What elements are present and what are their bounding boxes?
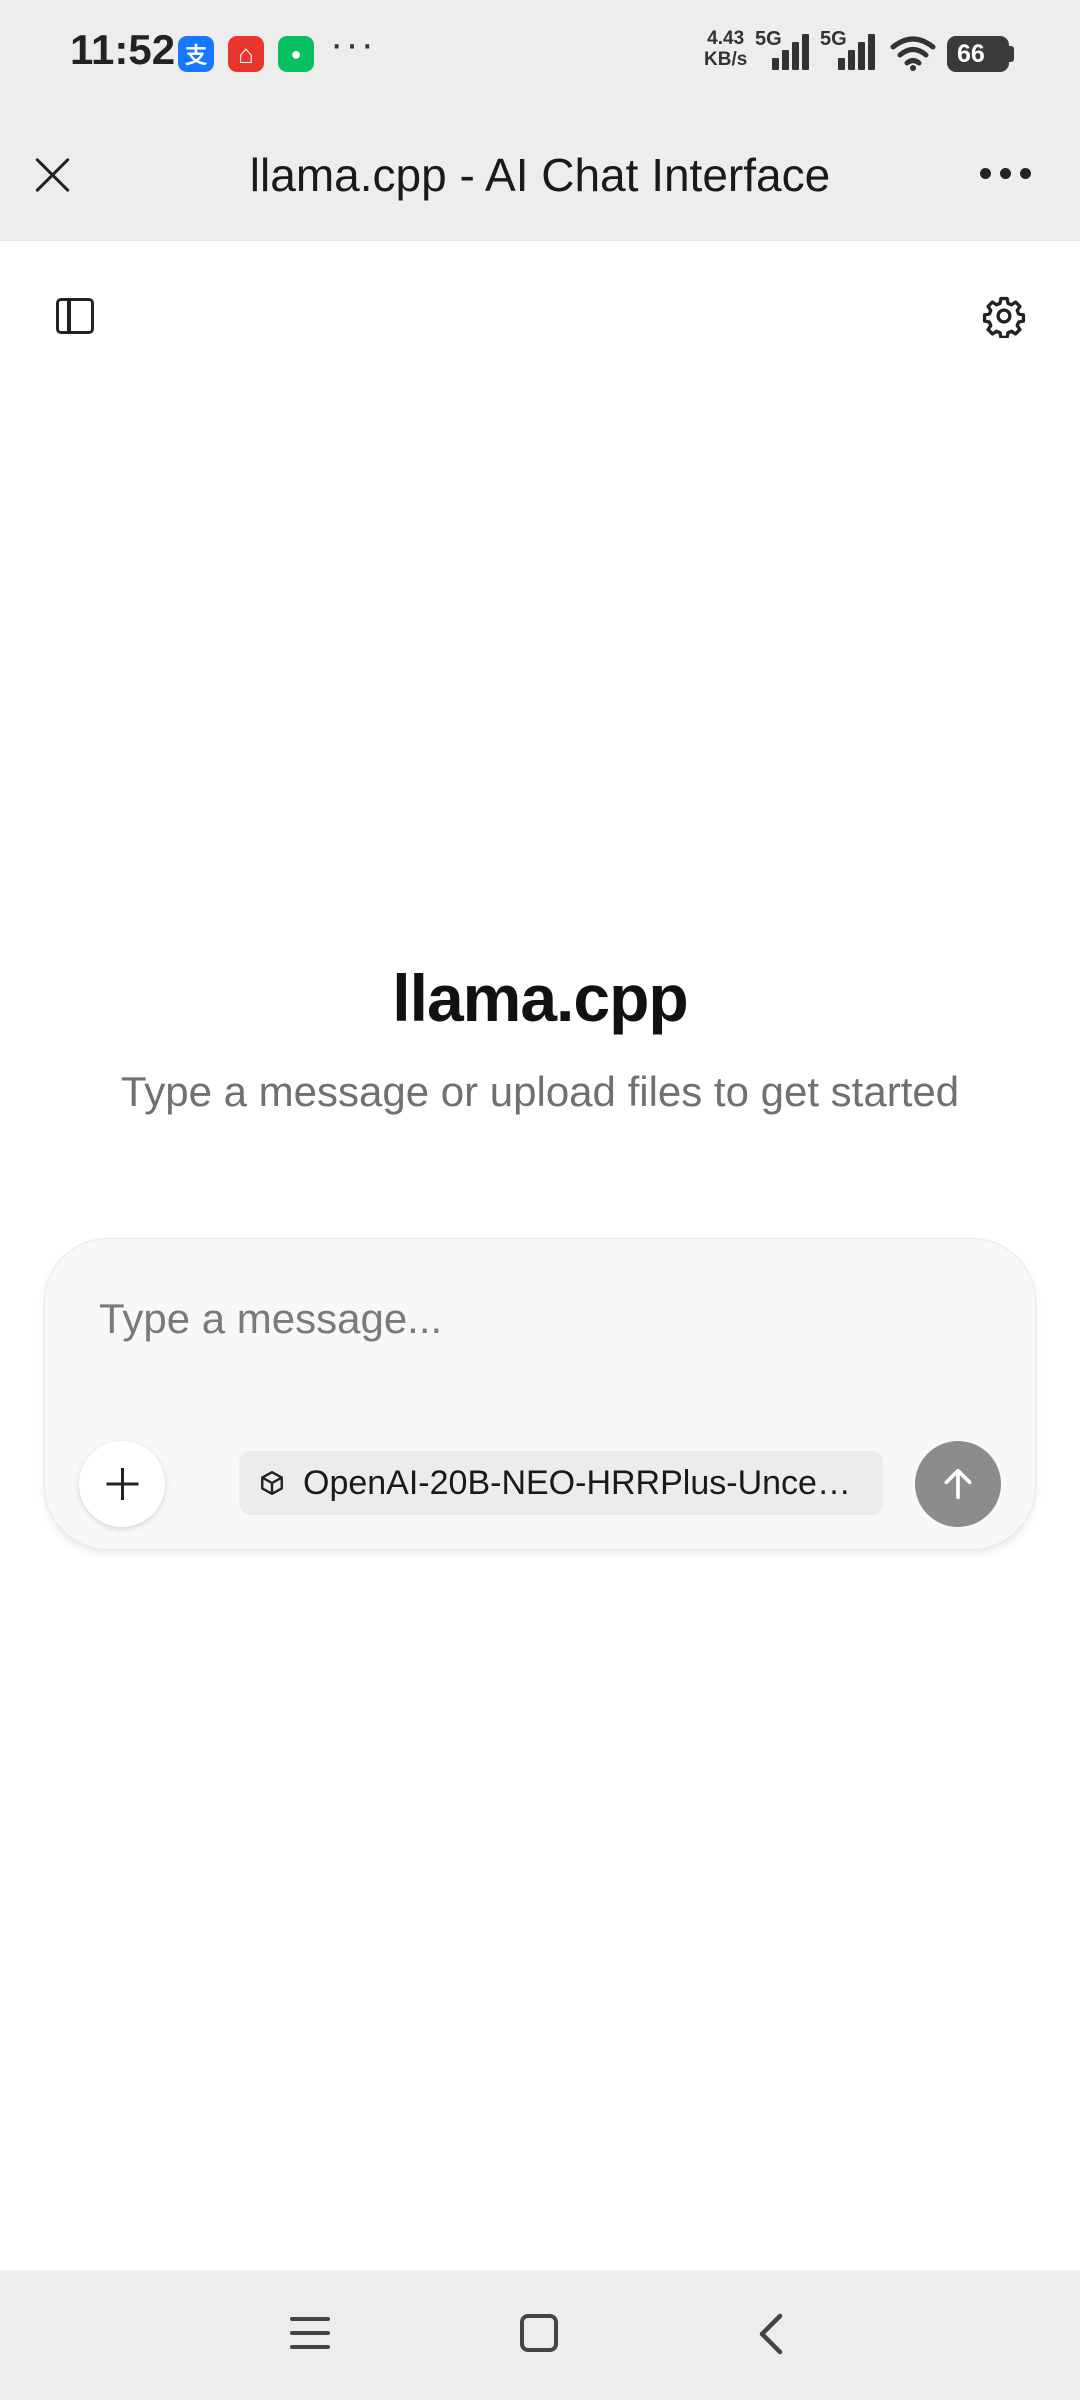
sidebar-toggle-icon[interactable] <box>56 298 94 334</box>
cube-icon <box>261 1470 283 1496</box>
home-icon[interactable] <box>520 2314 558 2352</box>
alipay-icon: 支 <box>178 36 214 72</box>
browser-title-bar: llama.cpp - AI Chat Interface <box>0 108 1080 241</box>
battery-icon: 66 <box>947 36 1009 72</box>
battery-cap <box>1009 46 1014 62</box>
network-speed-unit: KB/s <box>704 49 748 70</box>
wifi-icon <box>890 36 936 71</box>
chat-composer: OpenAI-20B-NEO-HRRPlus-Uncen... <box>44 1238 1036 1550</box>
add-attachment-button[interactable] <box>79 1441 165 1527</box>
send-button[interactable] <box>915 1441 1001 1527</box>
home-app-icon: ⌂ <box>228 36 264 72</box>
back-icon[interactable] <box>752 2312 792 2356</box>
welcome-subtitle: Type a message or upload files to get st… <box>120 1068 960 1115</box>
status-bar: 11:52 支 ⌂ ● ··· 4.43 KB/s 5G 5G 66 <box>0 0 1080 108</box>
arrow-up-icon <box>944 1468 972 1500</box>
message-input[interactable] <box>99 1289 959 1349</box>
model-selector[interactable]: OpenAI-20B-NEO-HRRPlus-Uncen... <box>239 1451 883 1515</box>
signal-2-icon <box>836 32 880 70</box>
network-speed-value: 4.43 <box>707 28 745 49</box>
welcome-title: llama.cpp <box>392 961 688 1035</box>
recent-apps-icon[interactable] <box>290 2315 330 2351</box>
more-notifications-icon: ··· <box>330 22 376 66</box>
wechat-icon: ● <box>278 36 314 72</box>
signal-1-icon <box>770 32 814 70</box>
status-time: 11:52 <box>70 26 176 73</box>
model-name: OpenAI-20B-NEO-HRRPlus-Uncen... <box>303 1463 863 1502</box>
more-options-icon[interactable] <box>978 168 1034 182</box>
system-nav-bar <box>0 2270 1080 2400</box>
close-icon[interactable] <box>28 150 78 200</box>
network-speed: 4.43 KB/s <box>704 28 747 70</box>
page-title: llama.cpp - AI Chat Interface <box>249 149 831 201</box>
gear-icon[interactable] <box>982 294 1026 338</box>
